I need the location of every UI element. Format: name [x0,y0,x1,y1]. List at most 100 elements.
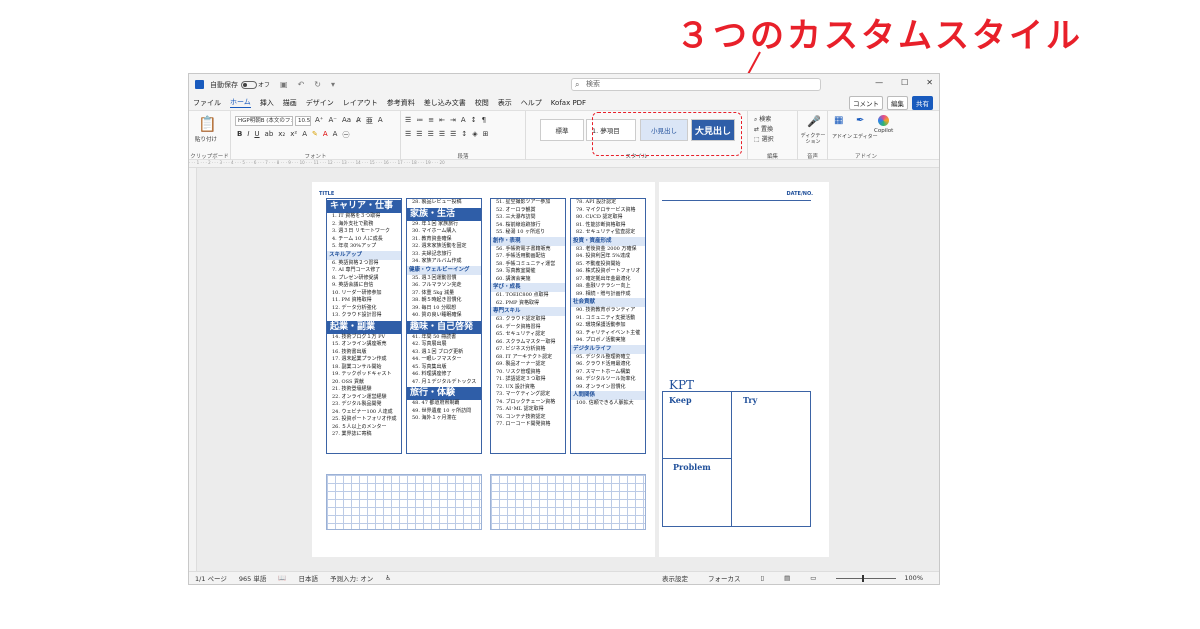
addin-icon[interactable]: ▦ [834,115,843,126]
shrink-font-icon[interactable]: A⁻ [328,116,336,126]
align-left-icon[interactable]: ☰ [405,130,411,138]
align-center-icon[interactable]: ☰ [416,130,422,138]
edit-mode-button[interactable]: 編集 [887,96,908,110]
list-item: 56. 手帳術電子書籍販売 [496,245,551,252]
page-left[interactable]: TITLE キャリア・仕事 1. IT 資格を３つ取得 2. 海外支社で勤務 3… [312,182,655,557]
char-border-icon[interactable]: A [378,116,383,126]
maximize-button[interactable]: ☐ [901,78,908,87]
numbering-icon[interactable]: ≔ [416,116,423,124]
italic-icon[interactable]: I [247,130,249,140]
list-item: 92. 環境保護活動参加 [576,322,626,328]
comment-button[interactable]: コメント [849,96,883,110]
highlight-icon[interactable]: ✎ [312,130,318,140]
increase-indent-icon[interactable]: ⇥ [450,116,456,124]
tab-insert[interactable]: 挿入 [260,98,274,108]
page-count[interactable]: 1/1 ページ [195,573,227,583]
shading-icon[interactable]: A [333,130,338,140]
bullets-icon[interactable]: ☰ [405,116,411,124]
accessibility-icon[interactable]: ♿ [385,574,391,582]
strike-icon[interactable]: ab [265,130,274,140]
print-layout-icon[interactable]: ▤ [784,574,790,582]
underline-icon[interactable]: U [254,130,259,140]
tab-references[interactable]: 参考資料 [387,98,415,108]
tab-mailings[interactable]: 差し込み文書 [424,98,466,108]
grow-font-icon[interactable]: A⁺ [315,116,323,126]
zoom-slider[interactable] [836,574,897,582]
list-item: 52. オーロラ観賞 [496,206,536,213]
bold-icon[interactable]: B [237,130,242,140]
document-canvas[interactable]: TITLE キャリア・仕事 1. IT 資格を３つ取得 2. 海外支社で勤務 3… [197,168,939,573]
tab-kofax[interactable]: Kofax PDF [551,99,586,107]
tab-draw[interactable]: 描画 [283,98,297,108]
save-icon[interactable]: ▣ [280,80,288,89]
subscript-icon[interactable]: x₂ [278,130,285,140]
tab-review[interactable]: 校閲 [475,98,489,108]
decrease-indent-icon[interactable]: ⇤ [439,116,445,124]
addin-button[interactable]: アドイン [832,133,852,140]
font-name-select[interactable]: HGP明朝B (本文のフォ [235,116,293,126]
style-normal[interactable]: 標準 [540,119,584,141]
show-marks-icon[interactable]: ¶ [482,116,486,124]
asian-layout-icon[interactable]: A [461,116,466,124]
line-spacing-icon[interactable]: ↕ [461,130,467,138]
undo-icon[interactable]: ↶ [298,80,305,89]
web-layout-icon[interactable]: ▭ [810,574,816,582]
tab-layout[interactable]: レイアウト [343,98,378,108]
autosave-toggle[interactable] [241,80,257,89]
clear-format-icon[interactable]: A̷ [356,116,361,126]
tab-help[interactable]: ヘルプ [521,98,542,108]
dictate-label[interactable]: ディクテーション [799,133,827,145]
focus-mode[interactable]: フォーカス [708,573,741,583]
replace-button[interactable]: ⇄ 置換 [754,125,774,135]
search-box[interactable]: ⌕ 検索 [571,78,821,91]
sort-icon[interactable]: ↕ [471,116,477,124]
align-right-icon[interactable]: ☰ [428,130,434,138]
horizontal-ruler[interactable]: · · · 1 · · · 2 · · · 3 · · · 4 · · · 5 … [189,160,939,168]
tab-file[interactable]: ファイル [193,98,221,108]
word-count[interactable]: 965 単語 [239,573,266,583]
editor-button[interactable]: エディター [853,133,878,140]
microphone-icon[interactable]: 🎤 [807,115,821,128]
distribute-icon[interactable]: ☰ [450,130,456,138]
para-shading-icon[interactable]: ◈ [472,130,477,138]
list-item: 45. 写真集出版 [412,363,447,370]
tab-view[interactable]: 表示 [498,98,512,108]
heading-hobby: 趣味・自己啓発 [407,320,481,334]
case-icon[interactable]: Aa [342,116,351,126]
editor-icon[interactable]: ✒ [856,115,864,126]
ruby-icon[interactable]: 亜 [366,116,373,126]
multilevel-icon[interactable]: ≡ [428,116,434,124]
enclose-icon[interactable]: ㊀ [342,130,349,140]
proofing-icon[interactable]: 📖 [278,574,286,582]
share-button[interactable]: 共有 [912,96,933,110]
justify-icon[interactable]: ☰ [439,130,445,138]
ribbon-tabs: ファイル ホーム 挿入 描画 デザイン レイアウト 参考資料 差し込み文書 校閲… [189,95,939,110]
text-effect-icon[interactable]: A [302,130,307,140]
redo-icon[interactable]: ↻ [314,80,321,89]
font-size-select[interactable]: 10.5 [295,116,311,126]
select-button[interactable]: ⬚ 選択 [754,135,774,145]
copilot-icon[interactable] [878,115,889,126]
language[interactable]: 日本語 [298,573,318,583]
font-color-icon[interactable]: A [323,130,328,140]
copilot-button[interactable]: Copilot [874,128,893,134]
find-button[interactable]: ⌕ 検索 [754,115,774,125]
close-button[interactable]: ✕ [926,78,933,87]
autosave-state: オフ [258,82,271,89]
zoom-level[interactable]: 100% [904,574,923,582]
customize-qat-icon[interactable]: ▾ [331,80,335,89]
tab-design[interactable]: デザイン [306,98,334,108]
borders-icon[interactable]: ⊞ [483,130,489,138]
column-2: 28. 製品レビュー投稿 家族・生活 29. 年１回 家族旅行 30. マイホー… [406,198,482,454]
list-item: 20. OSS 貢献 [332,378,364,385]
page-right[interactable]: DATE/NO. KPT Keep Try Problem [659,182,829,557]
minimize-button[interactable]: — [875,78,883,87]
read-mode-icon[interactable]: ▯ [761,574,765,582]
predictive-input[interactable]: 予測入力: オン [330,573,373,583]
tab-home[interactable]: ホーム [230,97,251,108]
paste-icon[interactable]: 📋 [198,115,217,133]
superscript-icon[interactable]: x² [290,130,297,140]
display-settings[interactable]: 表示設定 [662,573,688,583]
paste-label[interactable]: 貼り付け [195,135,217,143]
vertical-ruler[interactable] [189,168,197,573]
